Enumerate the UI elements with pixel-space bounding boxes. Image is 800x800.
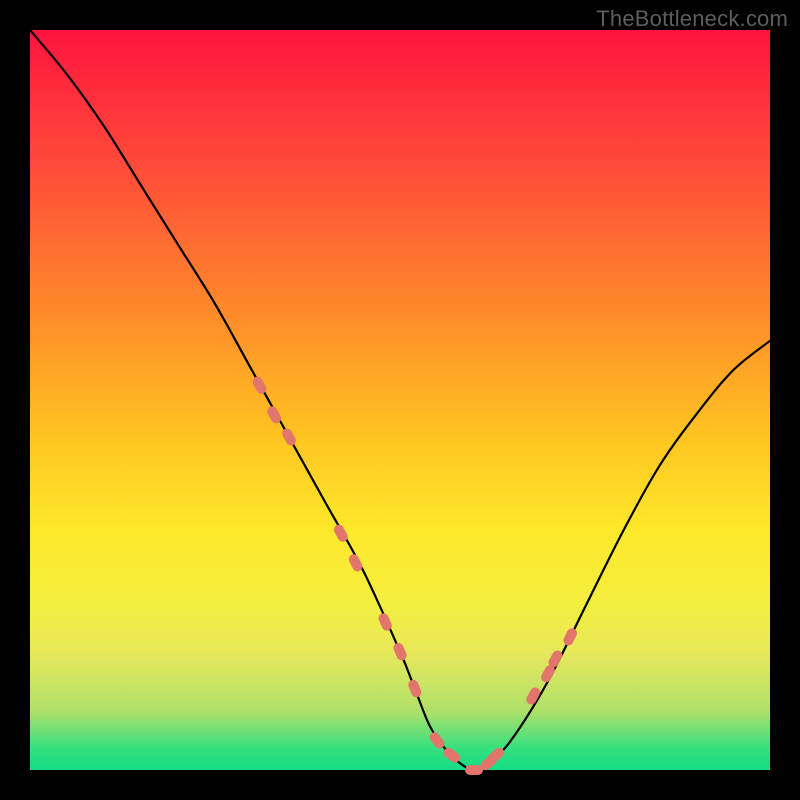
marker [280,427,297,448]
watermark-text: TheBottleneck.com [596,6,788,32]
marker [407,678,423,698]
marker [251,375,268,396]
marker [347,553,364,574]
marker [562,627,579,648]
highlight-markers [251,375,579,775]
marker [392,641,408,661]
chart-frame: TheBottleneck.com [0,0,800,800]
curve-layer [30,30,770,770]
plot-area [30,30,770,770]
marker [465,765,483,775]
